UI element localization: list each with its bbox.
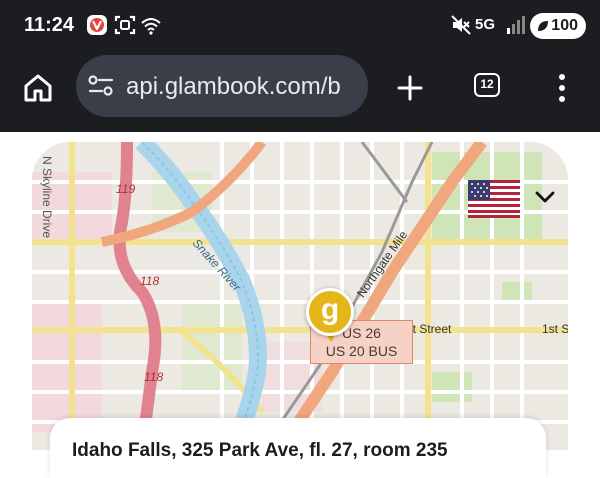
battery-indicator: 100 bbox=[530, 13, 586, 39]
url-bar[interactable]: api.glambook.com/b bbox=[76, 55, 368, 117]
more-menu-icon[interactable] bbox=[553, 72, 571, 104]
route-label-line2: US 20 BUS bbox=[325, 343, 398, 359]
vivaldi-app-icon bbox=[87, 15, 107, 35]
address-text: Idaho Falls, 325 Park Ave, fl. 27, room … bbox=[72, 440, 448, 461]
status-time: 11:24 bbox=[24, 14, 75, 36]
signal-icon bbox=[507, 16, 525, 34]
browser-toolbar: api.glambook.com/b 12 bbox=[0, 52, 600, 132]
wifi-icon bbox=[141, 18, 161, 35]
pin-glyph: g bbox=[320, 293, 340, 326]
screenshot-icon bbox=[114, 15, 136, 35]
map-label-skyline: N Skyline Drive bbox=[40, 156, 54, 239]
battery-level: 100 bbox=[551, 17, 578, 34]
map-label-118a: 118 bbox=[140, 274, 160, 288]
address-card[interactable]: Idaho Falls, 325 Park Ave, fl. 27, room … bbox=[50, 418, 546, 478]
url-text[interactable]: api.glambook.com/b bbox=[126, 73, 341, 101]
chevron-down-icon[interactable] bbox=[534, 189, 556, 205]
map-label-119: 119 bbox=[116, 182, 136, 196]
page-content: N Skyline Drive Snake River Northgate Mi… bbox=[0, 132, 600, 450]
status-bar: 11:24 5G 100 bbox=[0, 0, 600, 52]
map-label-118b: 118 bbox=[144, 370, 164, 384]
map-label-first-st: 1st St bbox=[542, 322, 568, 336]
network-type: 5G bbox=[475, 16, 496, 33]
battery-leaf-icon bbox=[538, 21, 548, 31]
tab-switcher-button[interactable]: 12 bbox=[474, 73, 500, 97]
new-tab-icon[interactable] bbox=[396, 74, 424, 102]
location-pin[interactable]: g bbox=[306, 288, 354, 336]
home-icon[interactable] bbox=[22, 72, 54, 104]
tab-count: 12 bbox=[480, 77, 494, 91]
site-settings-icon[interactable] bbox=[88, 74, 114, 98]
us-flag-icon[interactable] bbox=[468, 180, 520, 218]
mute-icon bbox=[451, 15, 471, 35]
